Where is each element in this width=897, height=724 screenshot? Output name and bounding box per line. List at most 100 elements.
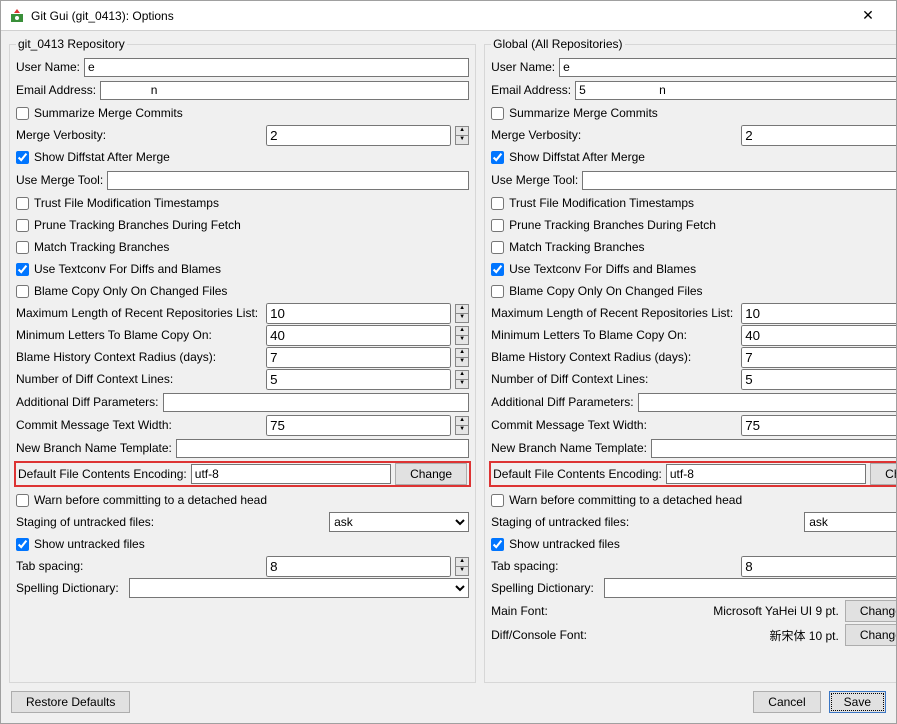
summarize-merge-label: Summarize Merge Commits: [34, 106, 183, 120]
g-blame-hist-input[interactable]: [741, 347, 896, 368]
g-summarize-merge-checkbox[interactable]: [491, 107, 504, 120]
g-email-input[interactable]: [575, 81, 896, 100]
show-untracked-checkbox[interactable]: [16, 538, 29, 551]
g-user-name-label: User Name:: [491, 60, 555, 74]
cancel-button[interactable]: Cancel: [753, 691, 820, 713]
g-show-untracked-label: Show untracked files: [509, 537, 620, 551]
textconv-label: Use Textconv For Diffs and Blames: [34, 262, 221, 276]
add-diff-input[interactable]: [163, 393, 470, 412]
max-recent-label: Maximum Length of Recent Repositories Li…: [16, 306, 258, 320]
g-match-tracking-checkbox[interactable]: [491, 241, 504, 254]
g-merge-verbosity-input[interactable]: [741, 125, 896, 146]
g-commit-width-label: Commit Message Text Width:: [491, 418, 647, 432]
branch-tmpl-input[interactable]: [176, 439, 469, 458]
diff-ctx-spinner[interactable]: ▲▼: [455, 370, 469, 389]
prune-label: Prune Tracking Branches During Fetch: [34, 218, 241, 232]
min-blame-input[interactable]: [266, 325, 451, 346]
staging-select[interactable]: ask: [329, 512, 469, 532]
match-tracking-checkbox[interactable]: [16, 241, 29, 254]
g-blame-changed-label: Blame Copy Only On Changed Files: [509, 284, 702, 298]
g-textconv-checkbox[interactable]: [491, 263, 504, 276]
main-font-label: Main Font:: [491, 604, 548, 618]
global-group: Global (All Repositories) User Name: Ema…: [484, 37, 896, 683]
g-tab-spacing-input[interactable]: [741, 556, 896, 577]
g-blame-changed-checkbox[interactable]: [491, 285, 504, 298]
g-diff-ctx-label: Number of Diff Context Lines:: [491, 372, 648, 386]
g-spelling-label: Spelling Dictionary:: [491, 581, 594, 595]
titlebar: Git Gui (git_0413): Options ✕: [1, 1, 896, 31]
g-change-encoding-button[interactable]: Change: [870, 463, 896, 485]
repo-panel: git_0413 Repository User Name: Email Add…: [9, 37, 476, 683]
g-branch-tmpl-input[interactable]: [651, 439, 896, 458]
g-add-diff-input[interactable]: [638, 393, 896, 412]
blame-changed-label: Blame Copy Only On Changed Files: [34, 284, 227, 298]
g-merge-tool-input[interactable]: [582, 171, 896, 190]
merge-verbosity-label: Merge Verbosity:: [16, 128, 106, 142]
g-show-diffstat-label: Show Diffstat After Merge: [509, 150, 645, 164]
g-min-blame-input[interactable]: [741, 325, 896, 346]
g-staging-select[interactable]: ask: [804, 512, 896, 532]
prune-checkbox[interactable]: [16, 219, 29, 232]
g-show-untracked-checkbox[interactable]: [491, 538, 504, 551]
encoding-row: Default File Contents Encoding: Change: [14, 461, 471, 487]
change-diff-font-button[interactable]: Change Font: [845, 624, 896, 646]
user-name-input[interactable]: [84, 58, 469, 77]
textconv-checkbox[interactable]: [16, 263, 29, 276]
g-user-name-input[interactable]: [559, 58, 896, 77]
g-textconv-label: Use Textconv For Diffs and Blames: [509, 262, 696, 276]
tab-spacing-spinner[interactable]: ▲▼: [455, 557, 469, 576]
g-encoding-row: Default File Contents Encoding: Change: [489, 461, 896, 487]
repo-group: git_0413 Repository User Name: Email Add…: [9, 37, 476, 683]
g-tab-spacing-label: Tab spacing:: [491, 559, 558, 573]
merge-verbosity-input[interactable]: [266, 125, 451, 146]
g-commit-width-input[interactable]: [741, 415, 896, 436]
restore-defaults-button[interactable]: Restore Defaults: [11, 691, 130, 713]
email-input[interactable]: [100, 81, 469, 100]
max-recent-input[interactable]: [266, 303, 451, 324]
g-diff-ctx-input[interactable]: [741, 369, 896, 390]
encoding-input[interactable]: [191, 464, 391, 484]
diff-ctx-input[interactable]: [266, 369, 451, 390]
tab-spacing-input[interactable]: [266, 556, 451, 577]
g-max-recent-input[interactable]: [741, 303, 896, 324]
g-max-recent-label: Maximum Length of Recent Repositories Li…: [491, 306, 733, 320]
diff-font-label: Diff/Console Font:: [491, 628, 587, 642]
warn-detached-checkbox[interactable]: [16, 494, 29, 507]
g-warn-detached-label: Warn before committing to a detached hea…: [509, 493, 742, 507]
g-show-diffstat-checkbox[interactable]: [491, 151, 504, 164]
content-area: git_0413 Repository User Name: Email Add…: [1, 31, 896, 683]
summarize-merge-checkbox[interactable]: [16, 107, 29, 120]
blame-hist-spinner[interactable]: ▲▼: [455, 348, 469, 367]
options-window: Git Gui (git_0413): Options ✕ git_0413 R…: [0, 0, 897, 724]
spelling-select[interactable]: [129, 578, 469, 598]
diff-ctx-label: Number of Diff Context Lines:: [16, 372, 173, 386]
merge-verbosity-spinner[interactable]: ▲▼: [455, 126, 469, 145]
g-trust-mtime-checkbox[interactable]: [491, 197, 504, 210]
g-staging-label: Staging of untracked files:: [491, 515, 629, 529]
g-encoding-input[interactable]: [666, 464, 866, 484]
g-spelling-select[interactable]: [604, 578, 896, 598]
max-recent-spinner[interactable]: ▲▼: [455, 304, 469, 323]
window-title: Git Gui (git_0413): Options: [31, 9, 848, 23]
commit-width-spinner[interactable]: ▲▼: [455, 416, 469, 435]
blame-hist-input[interactable]: [266, 347, 451, 368]
min-blame-spinner[interactable]: ▲▼: [455, 326, 469, 345]
global-legend: Global (All Repositories): [491, 37, 624, 51]
encoding-label: Default File Contents Encoding:: [18, 467, 187, 481]
merge-tool-input[interactable]: [107, 171, 469, 190]
show-diffstat-label: Show Diffstat After Merge: [34, 150, 170, 164]
spelling-label: Spelling Dictionary:: [16, 581, 119, 595]
commit-width-input[interactable]: [266, 415, 451, 436]
save-button[interactable]: Save: [829, 691, 886, 713]
g-prune-checkbox[interactable]: [491, 219, 504, 232]
app-icon: [9, 8, 25, 24]
close-button[interactable]: ✕: [848, 2, 888, 30]
blame-changed-checkbox[interactable]: [16, 285, 29, 298]
change-main-font-button[interactable]: Change Font: [845, 600, 896, 622]
show-diffstat-checkbox[interactable]: [16, 151, 29, 164]
g-match-tracking-label: Match Tracking Branches: [509, 240, 644, 254]
g-warn-detached-checkbox[interactable]: [491, 494, 504, 507]
trust-mtime-checkbox[interactable]: [16, 197, 29, 210]
min-blame-label: Minimum Letters To Blame Copy On:: [16, 328, 212, 342]
change-encoding-button[interactable]: Change: [395, 463, 467, 485]
